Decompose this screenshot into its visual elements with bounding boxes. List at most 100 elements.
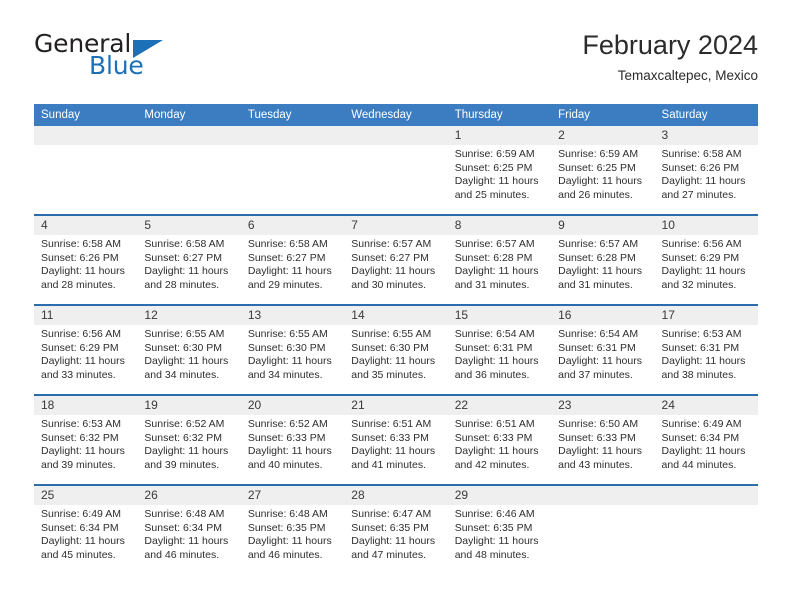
calendar-day-cell[interactable]: 6 Sunrise: 6:58 AM Sunset: 6:27 PM Daylight…	[240, 216, 345, 304]
calendar-day-cell[interactable]: 14 Sunrise: 6:55 AM Sunset: 6:30 PM Dayligh…	[344, 306, 448, 394]
sunset-text: Sunset: 6:31 PM	[661, 341, 740, 354]
calendar-day-cell[interactable]: 25 Sunrise: 6:49 AM Sunset: 6:34 PM Dayligh…	[34, 486, 138, 574]
sunrise-text: Sunrise: 6:46 AM	[454, 508, 535, 520]
day-number: 9	[558, 218, 565, 232]
day-info: Sunrise: 6:57 AM Sunset: 6:28 PM Daylight:…	[551, 235, 654, 292]
calendar-day-cell[interactable]: 9 Sunrise: 6:57 AM Sunset: 6:28 PM Daylight…	[551, 216, 655, 304]
sunrise-text: Sunrise: 6:59 AM	[558, 148, 639, 160]
daylight-text-continued: and 27 minutes.	[661, 188, 737, 201]
sunset-text: Sunset: 6:30 PM	[247, 341, 326, 354]
day-number: 2	[558, 128, 565, 142]
day-number-band: 17	[654, 306, 758, 325]
calendar-day-cell[interactable]: 3 Sunrise: 6:58 AM Sunset: 6:26 PM Daylight…	[654, 126, 758, 214]
calendar-day-cell[interactable]: 8 Sunrise: 6:57 AM Sunset: 6:28 PM Daylight…	[447, 216, 552, 304]
daylight-text: Daylight: 11 hours	[351, 355, 436, 368]
daylight-text: Daylight: 11 hours	[661, 445, 746, 458]
weekday-header-sunday: Sunday	[41, 109, 81, 121]
weekday-header-tuesday: Tuesday	[247, 109, 292, 121]
daylight-text: Daylight: 11 hours	[351, 535, 436, 548]
calendar-day-cell-empty	[137, 126, 241, 214]
calendar-day-cell[interactable]: 20 Sunrise: 6:52 AM Sunset: 6:33 PM Dayligh…	[240, 396, 345, 484]
sunset-text: Sunset: 6:29 PM	[661, 251, 740, 264]
calendar-day-cell[interactable]: 17 Sunrise: 6:53 AM Sunset: 6:31 PM Dayligh…	[654, 306, 758, 394]
calendar-week-row: 25 Sunrise: 6:49 AM Sunset: 6:34 PM Dayligh…	[34, 486, 758, 574]
sunset-text: Sunset: 6:27 PM	[247, 251, 326, 264]
daylight-text-continued: and 33 minutes.	[41, 368, 116, 381]
daylight-text-continued: and 43 minutes.	[558, 458, 633, 471]
daylight-text-continued: and 31 minutes.	[558, 278, 633, 291]
sunset-text: Sunset: 6:26 PM	[661, 161, 740, 174]
calendar-day-cell[interactable]: 28 Sunrise: 6:47 AM Sunset: 6:35 PM Dayligh…	[344, 486, 448, 574]
daylight-text-continued: and 47 minutes.	[351, 548, 426, 561]
sunrise-text: Sunrise: 6:58 AM	[661, 148, 742, 160]
daylight-text-continued: and 37 minutes.	[558, 368, 633, 381]
calendar-day-cell[interactable]: 27 Sunrise: 6:48 AM Sunset: 6:35 PM Dayligh…	[240, 486, 345, 574]
calendar-day-cell[interactable]: 5 Sunrise: 6:58 AM Sunset: 6:27 PM Daylight…	[137, 216, 241, 304]
calendar-day-cell[interactable]: 16 Sunrise: 6:54 AM Sunset: 6:31 PM Dayligh…	[551, 306, 655, 394]
calendar-day-cell[interactable]: 11 Sunrise: 6:56 AM Sunset: 6:29 PM Dayligh…	[34, 306, 138, 394]
calendar-day-cell[interactable]: 29 Sunrise: 6:46 AM Sunset: 6:35 PM Dayligh…	[447, 486, 552, 574]
general-blue-logo[interactable]: General Blue	[34, 31, 254, 87]
daylight-text: Daylight: 11 hours	[558, 445, 642, 458]
calendar-day-cell[interactable]: 2 Sunrise: 6:59 AM Sunset: 6:25 PM Daylight…	[551, 126, 655, 214]
day-info: Sunrise: 6:56 AM Sunset: 6:29 PM Daylight:…	[34, 325, 137, 382]
calendar-day-cell[interactable]: 19 Sunrise: 6:52 AM Sunset: 6:32 PM Dayligh…	[137, 396, 241, 484]
day-number-band: 2	[551, 126, 655, 145]
calendar-day-cell-empty	[34, 126, 138, 214]
day-info	[241, 145, 344, 148]
sunrise-text: Sunrise: 6:57 AM	[558, 238, 639, 250]
sunrise-text: Sunrise: 6:56 AM	[41, 328, 121, 340]
day-number-band: 5	[137, 216, 241, 235]
day-number: 14	[351, 308, 365, 322]
daylight-text: Daylight: 11 hours	[41, 265, 125, 278]
calendar-day-cell-empty	[551, 486, 655, 574]
day-number-band: 29	[447, 486, 552, 505]
day-info: Sunrise: 6:49 AM Sunset: 6:34 PM Daylight:…	[34, 505, 137, 562]
day-number-band: 24	[654, 396, 758, 415]
day-info: Sunrise: 6:51 AM Sunset: 6:33 PM Daylight:…	[344, 415, 447, 472]
sunrise-text: Sunrise: 6:56 AM	[661, 238, 742, 250]
calendar-day-cell[interactable]: 22 Sunrise: 6:51 AM Sunset: 6:33 PM Dayligh…	[447, 396, 552, 484]
day-number-band: 25	[34, 486, 138, 505]
day-number: 27	[247, 488, 262, 502]
day-info: Sunrise: 6:56 AM Sunset: 6:29 PM Daylight:…	[655, 235, 758, 292]
day-number-band: 1	[447, 126, 552, 145]
day-number-band: 28	[344, 486, 448, 505]
calendar-day-cell[interactable]: 24 Sunrise: 6:49 AM Sunset: 6:34 PM Dayligh…	[654, 396, 758, 484]
calendar-day-cell[interactable]: 13 Sunrise: 6:55 AM Sunset: 6:30 PM Dayligh…	[240, 306, 345, 394]
calendar-day-cell[interactable]: 10 Sunrise: 6:56 AM Sunset: 6:29 PM Dayligh…	[654, 216, 758, 304]
day-info: Sunrise: 6:54 AM Sunset: 6:31 PM Daylight:…	[448, 325, 551, 382]
calendar-day-cell[interactable]: 1 Sunrise: 6:59 AM Sunset: 6:25 PM Daylight…	[447, 126, 552, 214]
calendar-day-cell[interactable]: 4 Sunrise: 6:58 AM Sunset: 6:26 PM Daylight…	[34, 216, 138, 304]
calendar-day-cell[interactable]: 23 Sunrise: 6:50 AM Sunset: 6:33 PM Dayligh…	[551, 396, 655, 484]
day-number: 25	[41, 488, 55, 502]
daylight-text-continued: and 42 minutes.	[454, 458, 530, 471]
calendar-day-cell-empty	[240, 126, 345, 214]
calendar-day-cell[interactable]: 12 Sunrise: 6:55 AM Sunset: 6:30 PM Dayligh…	[137, 306, 241, 394]
sunrise-text: Sunrise: 6:53 AM	[661, 328, 742, 340]
sunrise-text: Sunrise: 6:47 AM	[351, 508, 432, 520]
sunrise-text: Sunrise: 6:49 AM	[661, 418, 742, 430]
daylight-text-continued: and 28 minutes.	[144, 278, 220, 291]
calendar-day-cell[interactable]: 15 Sunrise: 6:54 AM Sunset: 6:31 PM Dayligh…	[447, 306, 552, 394]
brand-word-blue: Blue	[89, 51, 144, 80]
sunset-text: Sunset: 6:32 PM	[144, 431, 223, 444]
calendar-day-cell[interactable]: 18 Sunrise: 6:53 AM Sunset: 6:32 PM Dayligh…	[34, 396, 138, 484]
day-number-band: 16	[551, 306, 655, 325]
day-info	[137, 145, 240, 148]
calendar-day-cell[interactable]: 26 Sunrise: 6:48 AM Sunset: 6:34 PM Dayligh…	[137, 486, 241, 574]
calendar-day-cell[interactable]: 21 Sunrise: 6:51 AM Sunset: 6:33 PM Dayligh…	[344, 396, 448, 484]
sunset-text: Sunset: 6:31 PM	[558, 341, 636, 354]
day-number: 6	[247, 218, 255, 232]
calendar-day-cell[interactable]: 7 Sunrise: 6:57 AM Sunset: 6:27 PM Daylight…	[344, 216, 448, 304]
daylight-text-continued: and 34 minutes.	[144, 368, 220, 381]
day-info: Sunrise: 6:47 AM Sunset: 6:35 PM Daylight:…	[344, 505, 447, 562]
day-number-band: 8	[447, 216, 552, 235]
day-info: Sunrise: 6:58 AM Sunset: 6:26 PM Daylight:…	[655, 145, 758, 202]
sunset-text: Sunset: 6:30 PM	[351, 341, 429, 354]
daylight-text-continued: and 46 minutes.	[247, 548, 323, 561]
day-info: Sunrise: 6:46 AM Sunset: 6:35 PM Daylight:…	[448, 505, 551, 562]
sunset-text: Sunset: 6:26 PM	[41, 251, 119, 264]
day-number: 16	[558, 308, 572, 322]
day-number: 7	[351, 218, 358, 232]
